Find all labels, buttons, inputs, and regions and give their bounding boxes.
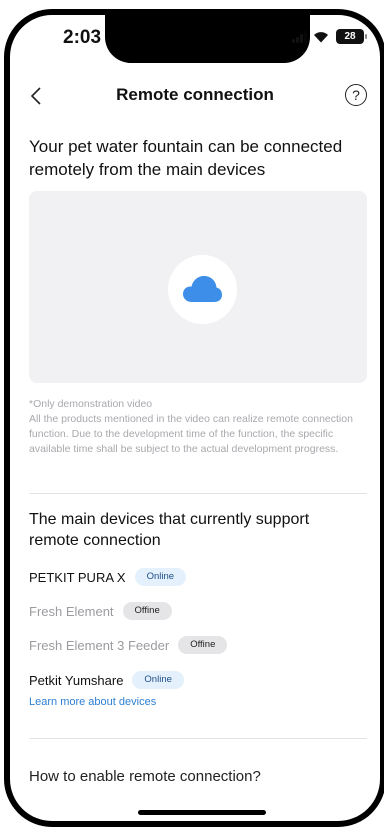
status-badge-offline: Offine (178, 636, 228, 654)
device-name: Petkit Yumshare (29, 672, 124, 688)
home-indicator[interactable] (138, 810, 266, 815)
phone-frame: 2:03 28 Remote connection ? Your pet wat… (0, 0, 384, 827)
learn-more-link[interactable]: Learn more about devices (29, 696, 156, 708)
device-row-yumshare[interactable]: Petkit Yumshare Online (29, 671, 184, 689)
camera-notch (105, 15, 310, 63)
device-row-fresh-element-3-feeder[interactable]: Fresh Element 3 Feeder Offine (29, 636, 228, 654)
device-row-fresh-element[interactable]: Fresh Element Offine (29, 602, 172, 620)
divider (29, 738, 367, 739)
status-icons: 28 (292, 29, 367, 44)
how-to-enable-link[interactable]: How to enable remote connection? (29, 768, 261, 785)
device-name: PETKIT PURA X (29, 569, 126, 585)
battery-icon: 28 (336, 29, 367, 44)
disclaimer-text: All the products mentioned in the video … (29, 413, 353, 455)
cloud-badge (168, 255, 237, 324)
device-name: Fresh Element 3 Feeder (29, 637, 170, 653)
status-badge-online: Online (132, 671, 184, 689)
status-time: 2:03 (63, 27, 102, 48)
device-row-pura-x[interactable]: PETKIT PURA X Online (29, 568, 187, 586)
disclaimer: *Only demonstration video All the produc… (29, 397, 367, 457)
devices-section-title: The main devices that currently support … (29, 511, 310, 549)
cloud-icon (183, 276, 222, 302)
demo-video[interactable] (29, 191, 367, 383)
signal-icon (292, 30, 307, 43)
nav-bar: Remote connection ? (10, 77, 380, 117)
wifi-icon (314, 32, 328, 43)
status-badge-online: Online (134, 568, 187, 586)
intro-heading: Your pet water fountain can be connected… (29, 137, 343, 179)
screen: 2:03 28 Remote connection ? Your pet wat… (4, 9, 384, 827)
disclaimer-note: *Only demonstration video (29, 398, 153, 410)
page-title: Remote connection (116, 85, 274, 104)
help-icon[interactable]: ? (345, 84, 367, 106)
divider (29, 493, 367, 494)
device-name: Fresh Element (29, 603, 114, 619)
status-badge-offline: Offine (122, 602, 172, 620)
